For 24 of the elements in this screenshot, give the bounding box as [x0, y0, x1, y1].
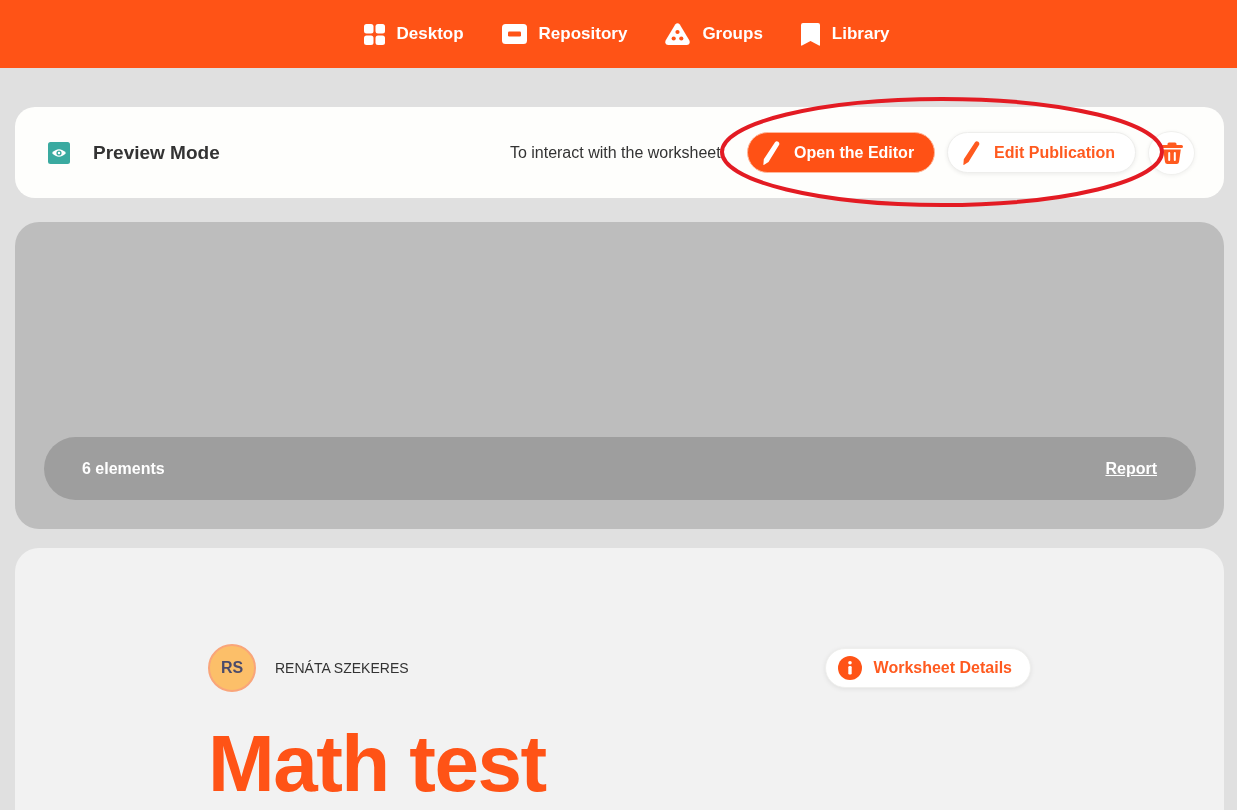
nav-link[interactable]: Library: [800, 22, 890, 46]
bookmark-icon: [800, 22, 820, 46]
worksheet-title: Math test: [208, 722, 546, 806]
open-editor-button[interactable]: Open the Editor: [747, 132, 936, 173]
interact-hint: To interact with the worksheet:: [509, 143, 726, 162]
eye-icon: [48, 141, 70, 164]
author-name: RENÁTA SZEKERES: [275, 660, 409, 676]
nav-link[interactable]: Groups: [665, 23, 763, 45]
grid-icon: [363, 23, 385, 45]
triangle-dots-icon: [665, 23, 691, 45]
edit-publication-button[interactable]: Edit Publication: [947, 132, 1136, 173]
nav-link[interactable]: Repository: [501, 24, 628, 44]
pencil-icon: [763, 140, 781, 165]
info-icon: [837, 656, 862, 680]
worksheet-details-button[interactable]: Worksheet Details: [824, 648, 1031, 688]
report-link[interactable]: Report: [1105, 459, 1157, 478]
pencil-icon: [963, 140, 981, 165]
trash-icon: [1160, 141, 1183, 164]
drawer-icon: [501, 24, 527, 44]
element-count: 6 elements: [82, 459, 165, 478]
mode-label: Preview Mode: [93, 141, 220, 164]
nav-link[interactable]: Desktop: [363, 23, 464, 45]
author-avatar: RS: [208, 644, 256, 692]
delete-button[interactable]: [1148, 130, 1195, 175]
